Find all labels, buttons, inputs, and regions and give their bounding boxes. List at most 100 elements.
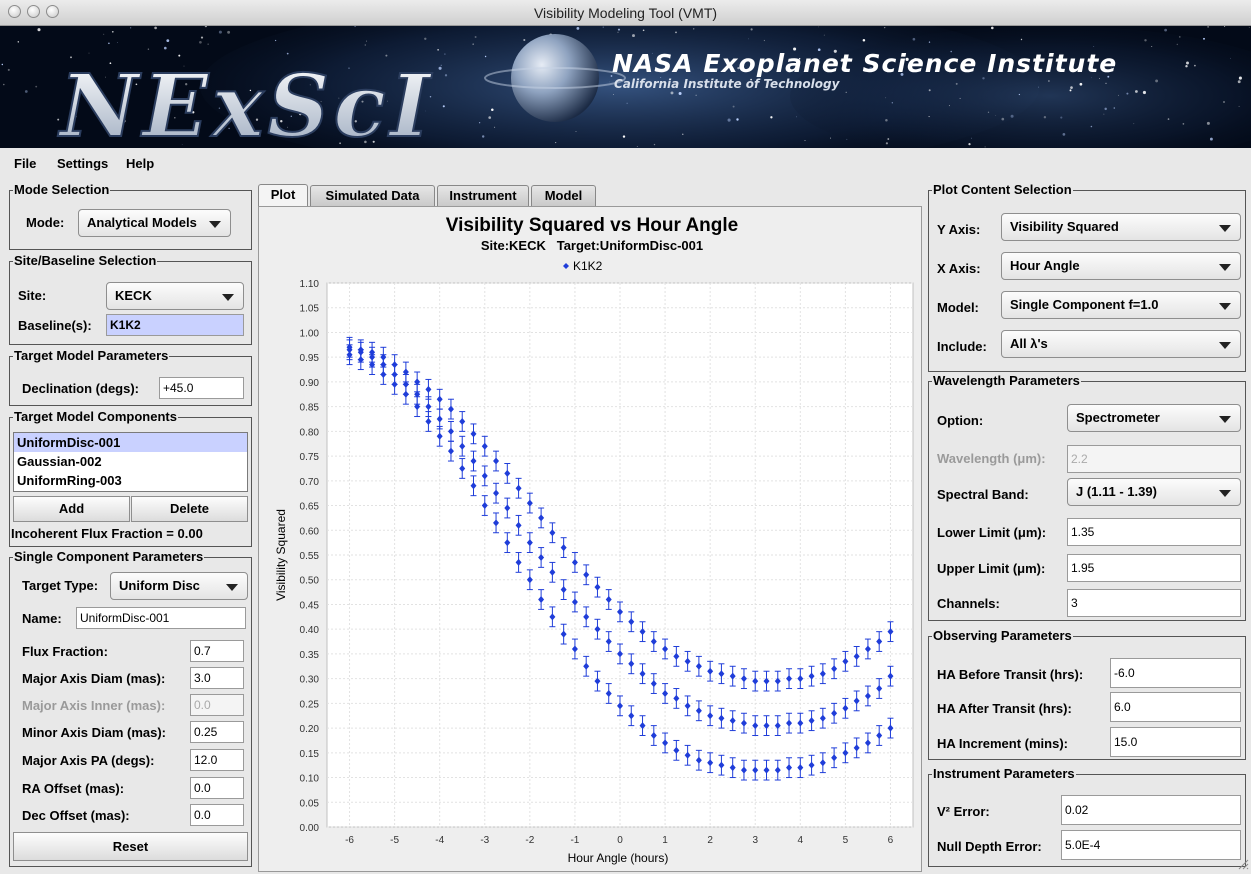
- star: [622, 135, 626, 138]
- ha-increment-field[interactable]: 15.0: [1110, 727, 1241, 757]
- star: [1020, 38, 1023, 41]
- chevron-down-icon: [1219, 416, 1231, 423]
- x-axis-select[interactable]: Hour Angle: [1001, 252, 1241, 280]
- v2-error-field[interactable]: 0.02: [1061, 795, 1241, 825]
- minor-axis-diam-field[interactable]: 0.25: [190, 721, 244, 743]
- y-tick-label: 0.90: [300, 378, 320, 389]
- y-tick-label: 0.60: [300, 526, 320, 537]
- star: [474, 36, 477, 38]
- baseline-field[interactable]: K1K2: [106, 314, 244, 336]
- star: [818, 26, 820, 28]
- y-tick-label: 0.40: [300, 625, 320, 636]
- chevron-down-icon: [1219, 303, 1231, 310]
- chart-legend: K1K2: [563, 259, 603, 273]
- star: [1018, 93, 1021, 96]
- y-tick-label: 1.10: [300, 279, 320, 290]
- menu-help[interactable]: Help: [126, 156, 154, 171]
- mode-label: Mode:: [26, 215, 65, 230]
- target-type-select[interactable]: Uniform Disc: [110, 572, 248, 600]
- tab-simulated-data[interactable]: Simulated Data: [310, 185, 435, 207]
- star: [617, 31, 619, 33]
- wavelength-label: Wavelength (μm):: [937, 451, 1046, 466]
- star: [523, 38, 526, 42]
- star: [575, 131, 577, 133]
- flux-fraction-label: Flux Fraction:: [22, 644, 108, 659]
- chevron-down-icon: [222, 294, 234, 301]
- nexsci-logo-text: NExScI: [57, 56, 434, 148]
- site-select[interactable]: KECK: [106, 282, 244, 310]
- star: [626, 102, 628, 104]
- plot-content-selection-legend: Plot Content Selection: [932, 182, 1073, 197]
- star: [472, 43, 474, 45]
- null-depth-error-field[interactable]: 5.0E-4: [1061, 830, 1241, 860]
- star: [491, 108, 494, 111]
- star: [1142, 90, 1146, 95]
- menu-file[interactable]: File: [14, 156, 36, 171]
- upper-limit-field[interactable]: 1.95: [1067, 554, 1241, 582]
- option-label: Option:: [937, 413, 984, 428]
- resize-grip-icon[interactable]: [1237, 858, 1249, 870]
- star: [1167, 118, 1170, 120]
- target-model-parameters-panel: Target Model Parameters Declination (deg…: [9, 348, 252, 406]
- menu-settings[interactable]: Settings: [57, 156, 108, 171]
- y-tick-label: 0.00: [300, 823, 320, 834]
- tab-model[interactable]: Model: [531, 185, 596, 207]
- star: [200, 36, 204, 39]
- mode-select[interactable]: Analytical Models: [78, 209, 231, 237]
- major-axis-inner-field[interactable]: 0.0: [190, 694, 244, 716]
- star: [108, 42, 110, 45]
- delete-component-button[interactable]: Delete: [131, 496, 248, 522]
- add-component-button[interactable]: Add: [13, 496, 130, 522]
- reset-button[interactable]: Reset: [13, 832, 248, 861]
- star: [891, 102, 893, 104]
- star: [1230, 57, 1231, 59]
- star: [163, 46, 167, 50]
- y-tick-label: 0.55: [300, 551, 320, 562]
- wavelength-parameters-panel: Wavelength Parameters Option: Spectromet…: [928, 373, 1246, 621]
- star: [218, 30, 222, 34]
- lower-limit-field[interactable]: 1.35: [1067, 518, 1241, 546]
- ha-before-label: HA Before Transit (hrs):: [937, 667, 1084, 682]
- baseline-label: Baseline(s):: [18, 318, 92, 333]
- channels-field[interactable]: 3: [1067, 589, 1241, 617]
- star: [862, 38, 866, 42]
- star: [1224, 26, 1226, 28]
- tab-instrument[interactable]: Instrument: [437, 185, 529, 207]
- x-tick-label: -2: [525, 835, 534, 846]
- ha-after-field[interactable]: 6.0: [1110, 692, 1241, 722]
- list-item[interactable]: Gaussian-002: [14, 452, 247, 471]
- star: [199, 40, 202, 44]
- component-name-field[interactable]: UniformDisc-001: [76, 607, 246, 629]
- declination-field[interactable]: +45.0: [159, 377, 244, 399]
- major-axis-diam-field[interactable]: 3.0: [190, 667, 244, 689]
- x-tick-label: -5: [390, 835, 399, 846]
- star: [928, 116, 930, 118]
- wavelength-field[interactable]: 2.2: [1067, 445, 1241, 473]
- legend-entry: K1K2: [573, 259, 603, 273]
- model-select[interactable]: Single Component f=1.0: [1001, 291, 1241, 319]
- include-select[interactable]: All λ's: [1001, 330, 1241, 358]
- minor-axis-diam-label: Minor Axis Diam (mas):: [22, 725, 166, 740]
- dec-offset-field[interactable]: 0.0: [190, 804, 244, 826]
- ra-offset-field[interactable]: 0.0: [190, 777, 244, 799]
- ha-before-field[interactable]: -6.0: [1110, 658, 1241, 688]
- flux-fraction-field[interactable]: 0.7: [190, 640, 244, 662]
- list-item[interactable]: UniformRing-003: [14, 471, 247, 490]
- star: [1, 63, 4, 66]
- star: [482, 135, 485, 138]
- star: [444, 74, 448, 77]
- instrument-parameters-legend: Instrument Parameters: [932, 766, 1076, 781]
- y-axis-select[interactable]: Visibility Squared: [1001, 213, 1241, 241]
- star: [1048, 80, 1050, 82]
- components-list[interactable]: UniformDisc-001 Gaussian-002 UniformRing…: [13, 432, 248, 492]
- x-tick-label: -1: [570, 835, 579, 846]
- star: [1103, 113, 1105, 115]
- star: [1093, 46, 1095, 47]
- target-type-label: Target Type:: [22, 578, 99, 593]
- spectral-band-select[interactable]: J (1.11 - 1.39): [1067, 478, 1241, 506]
- option-select[interactable]: Spectrometer: [1067, 404, 1241, 432]
- major-axis-pa-field[interactable]: 12.0: [190, 749, 244, 771]
- tab-plot[interactable]: Plot: [258, 184, 308, 208]
- list-item[interactable]: UniformDisc-001: [14, 433, 247, 452]
- y-tick-label: 0.45: [300, 600, 320, 611]
